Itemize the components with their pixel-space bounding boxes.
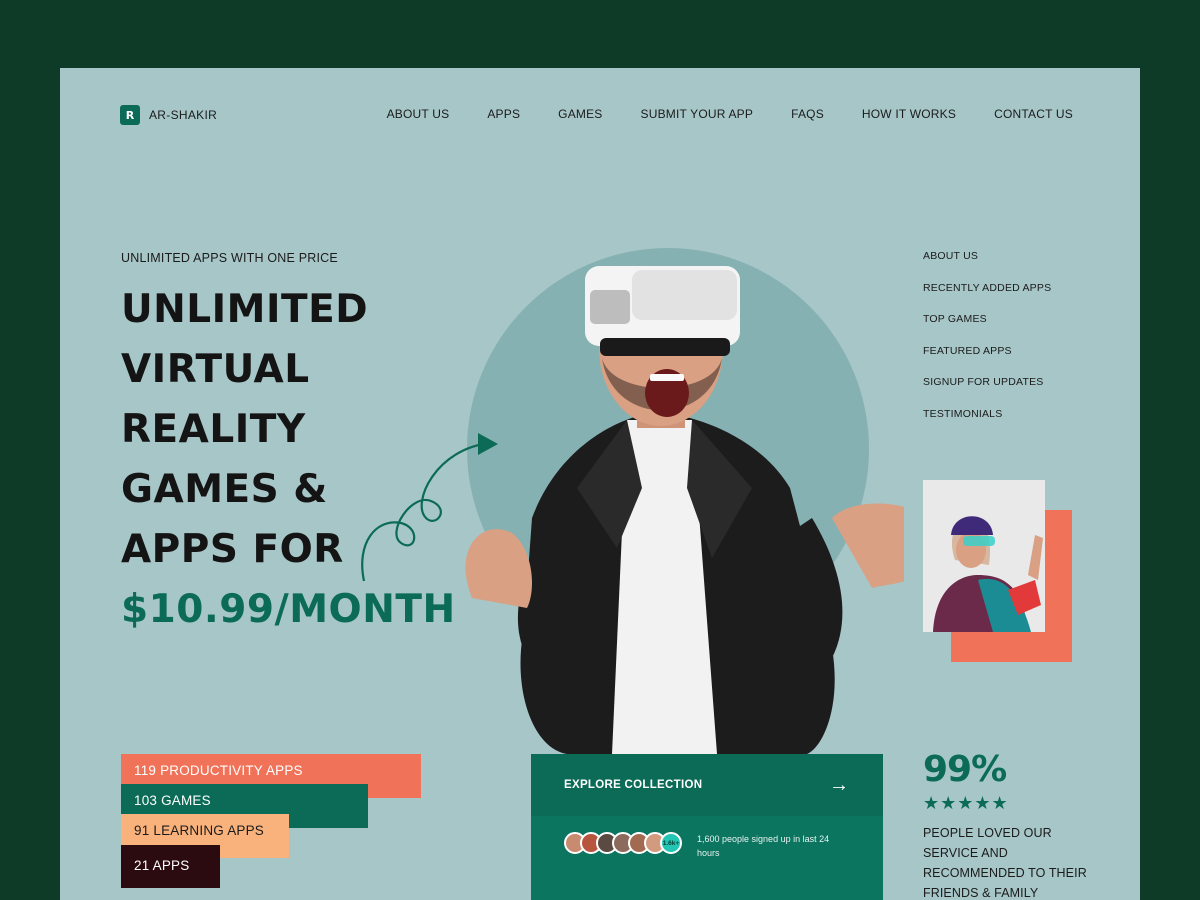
avatar-count-badge: 1.6k+	[660, 832, 682, 854]
explore-label: EXPLORE COLLECTION	[564, 779, 703, 791]
side-testimonials[interactable]: TESTIMONIALS	[923, 408, 1051, 422]
explore-card: EXPLORE COLLECTION → 1.6k+ 1,600 people …	[531, 754, 883, 900]
nav-about-us[interactable]: ABOUT US	[387, 107, 450, 121]
vr-girl-image	[923, 480, 1045, 632]
landing-page: R AR-SHAKIR ABOUT US APPS GAMES SUBMIT Y…	[60, 68, 1140, 900]
stat-apps: 21 APPS	[121, 845, 220, 888]
nav-games[interactable]: GAMES	[558, 107, 602, 121]
nav-contact-us[interactable]: CONTACT US	[994, 107, 1073, 121]
nav-faqs[interactable]: FAQS	[791, 107, 824, 121]
logo-icon: R	[120, 105, 140, 125]
vr-person-image	[465, 266, 904, 754]
rating-percent: 99%	[923, 749, 1007, 790]
side-top-games[interactable]: TOP GAMES	[923, 313, 1051, 327]
signup-count-text: 1,600 people signed up in last 24 hours	[697, 834, 830, 858]
nav-how-it-works[interactable]: HOW IT WORKS	[862, 107, 956, 121]
explore-collection-button[interactable]: EXPLORE COLLECTION →	[531, 754, 883, 816]
side-featured-apps[interactable]: FEATURED APPS	[923, 345, 1051, 359]
side-menu: ABOUT US RECENTLY ADDED APPS TOP GAMES F…	[923, 250, 1051, 421]
side-recently-added-apps[interactable]: RECENTLY ADDED APPS	[923, 282, 1051, 296]
hero-eyebrow: UNLIMITED APPS WITH ONE PRICE	[121, 251, 338, 265]
nav-apps[interactable]: APPS	[487, 107, 520, 121]
rating-description: PEOPLE LOVED OUR SERVICE AND RECOMMENDED…	[923, 826, 1087, 900]
star-rating-icon: ★★★★★	[923, 793, 1009, 813]
side-about-us[interactable]: ABOUT US	[923, 250, 1051, 264]
side-signup-for-updates[interactable]: SIGNUP FOR UPDATES	[923, 376, 1051, 390]
brand-logo[interactable]: R AR-SHAKIR	[120, 105, 217, 125]
nav-submit-your-app[interactable]: SUBMIT YOUR APP	[641, 107, 754, 121]
main-nav: ABOUT US APPS GAMES SUBMIT YOUR APP FAQS…	[387, 107, 1073, 121]
arrow-right-icon: →	[829, 774, 849, 796]
brand-name: AR-SHAKIR	[149, 108, 218, 122]
avatar-group: 1.6k+	[564, 832, 682, 854]
